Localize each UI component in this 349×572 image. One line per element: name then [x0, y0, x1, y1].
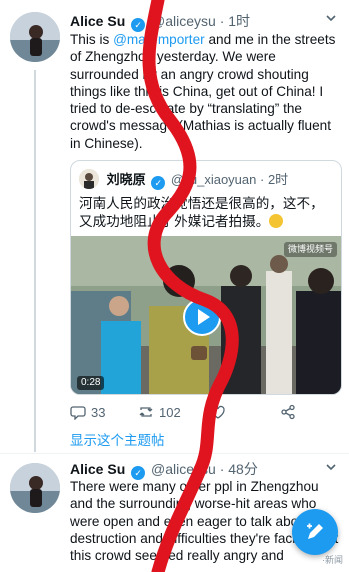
quote-author-name: 刘晓原: [106, 172, 146, 187]
author-handle[interactable]: @aliceysu: [151, 13, 216, 29]
compose-icon: [307, 523, 323, 539]
retweet-count: 102: [159, 404, 181, 420]
reply-count: 33: [91, 404, 106, 420]
show-thread-link[interactable]: 显示这个主题帖: [70, 432, 165, 450]
quote-time: · 2时: [260, 172, 289, 187]
video-duration: 0:28: [77, 376, 105, 390]
tweet-text: This is @maremporter and me in the stree…: [70, 31, 342, 152]
quote-text: 河南人民的政治觉悟还是很高的，这不，又成功地阻止了外媒记者拍摄。: [79, 195, 335, 231]
reply-button[interactable]: 33: [70, 401, 105, 423]
tweet-actions: 33 102: [70, 401, 340, 423]
tweet-header: Alice Su ✓ @aliceysu · 1时: [70, 12, 250, 32]
thread-line: [34, 70, 36, 452]
tweet-time[interactable]: · 48分: [220, 461, 258, 477]
smile-emoji-icon: [269, 214, 284, 228]
like-icon: [211, 405, 225, 419]
corner-watermark: ·新闻: [322, 555, 343, 565]
quote-header: 刘晓原 ✓ @liu_xiaoyuan · 2时: [79, 169, 288, 190]
compose-button[interactable]: [292, 509, 338, 555]
quote-author-handle: @liu_xiaoyuan: [170, 172, 257, 187]
author-name[interactable]: Alice Su: [70, 13, 125, 29]
retweet-icon: [139, 407, 153, 417]
share-button[interactable]: [280, 401, 296, 423]
avatar[interactable]: [10, 12, 60, 62]
like-button[interactable]: [210, 401, 231, 423]
retweet-button[interactable]: 102: [138, 401, 181, 423]
tweet-text-part: and me in the streets of Zhengzhou yeste…: [70, 32, 336, 151]
verified-icon: ✓: [151, 176, 166, 190]
author-handle[interactable]: @aliceysu: [151, 461, 216, 477]
video-watermark: 微博视频号: [283, 242, 337, 257]
share-icon: [281, 404, 295, 420]
divider: [0, 453, 349, 454]
reply-icon: [70, 406, 86, 420]
verified-icon: ✓: [131, 18, 146, 32]
quote-text-content: 河南人民的政治觉悟还是很高的，这不，又成功地阻止了外媒记者拍摄。: [79, 196, 324, 229]
play-icon[interactable]: [183, 298, 221, 336]
more-icon[interactable]: [323, 459, 339, 475]
avatar[interactable]: [10, 463, 60, 513]
tweet-text-part: This is: [70, 32, 114, 47]
avatar-photo: [10, 12, 60, 62]
tweet-header: Alice Su ✓ @aliceysu · 48分: [70, 460, 258, 480]
mention-link[interactable]: @maremporter: [113, 32, 205, 47]
quoted-tweet[interactable]: 刘晓原 ✓ @liu_xiaoyuan · 2时 河南人民的政治觉悟还是很高的，…: [70, 160, 342, 395]
video-player[interactable]: 0:28 微博视频号: [71, 236, 341, 394]
tweet-time[interactable]: · 1时: [220, 13, 250, 29]
author-name[interactable]: Alice Su: [70, 461, 125, 477]
more-icon[interactable]: [323, 10, 339, 26]
quote-avatar: [79, 169, 99, 189]
avatar-photo: [10, 463, 60, 513]
